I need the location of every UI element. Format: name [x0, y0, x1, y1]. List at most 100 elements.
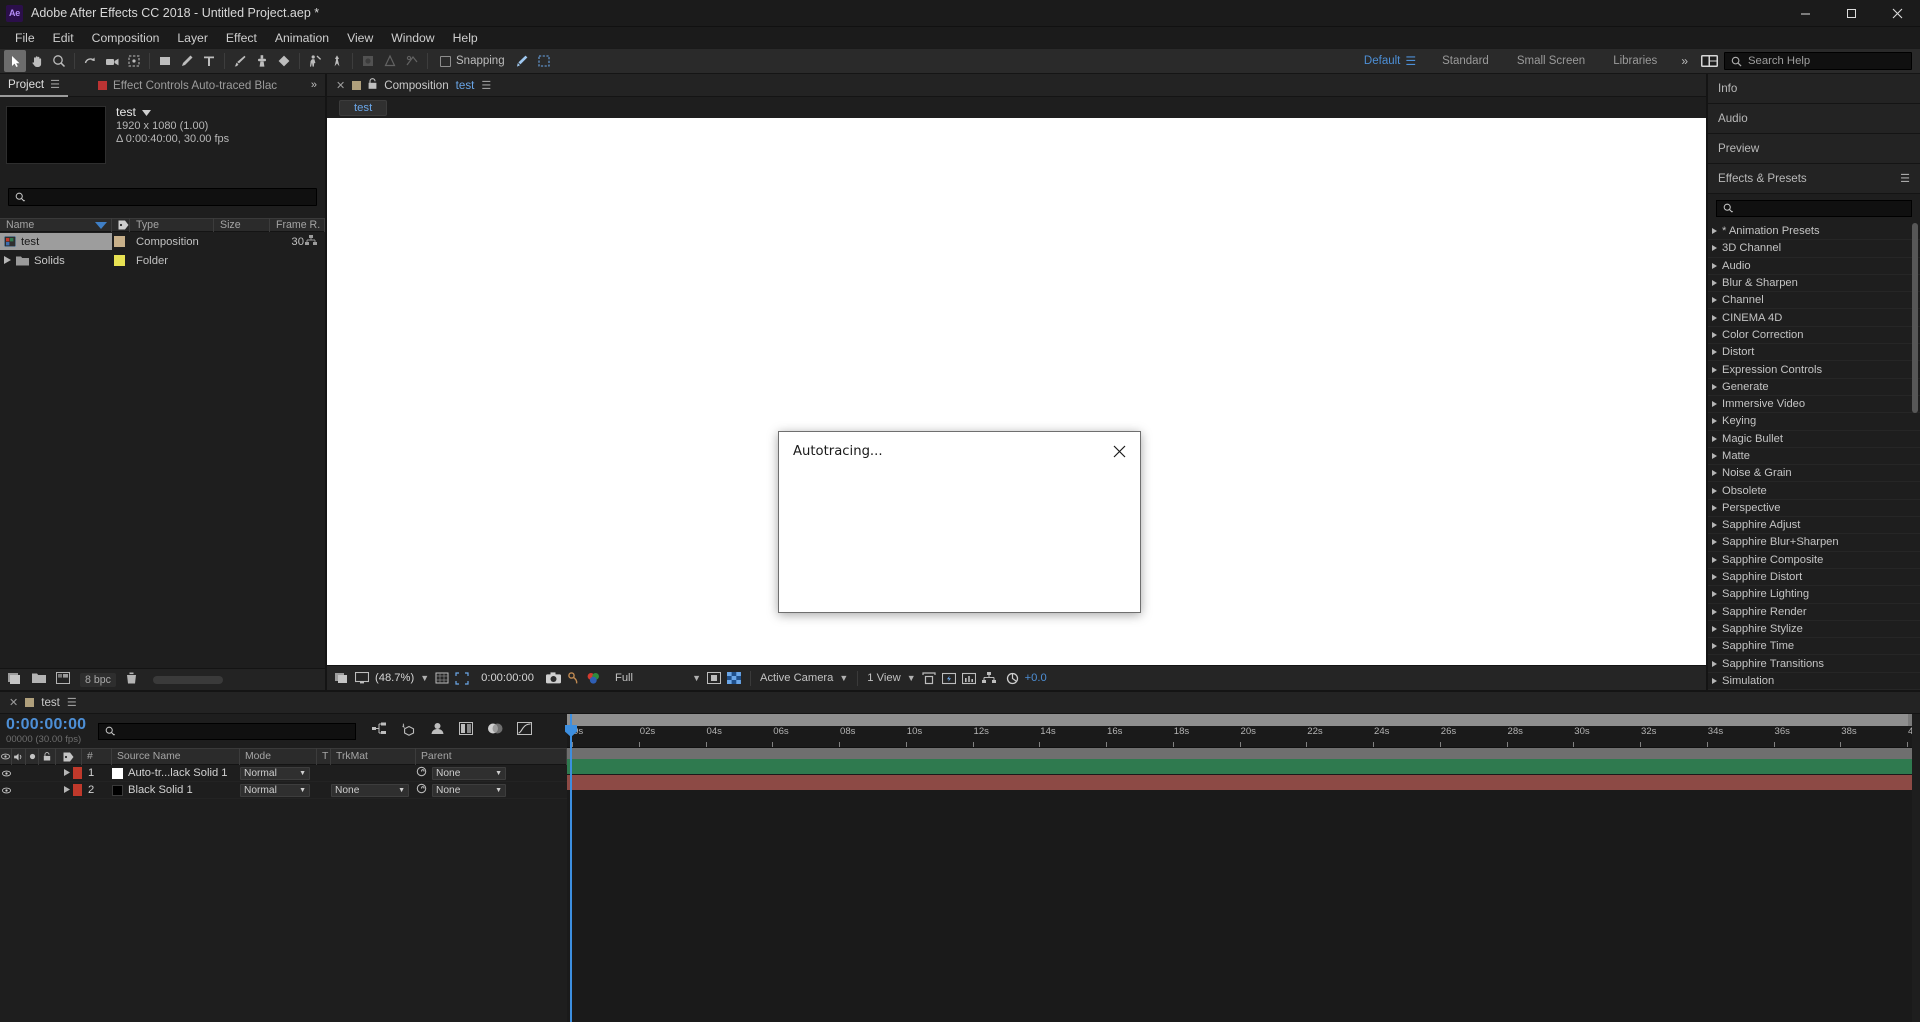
main-viewer-icon[interactable] [355, 666, 369, 691]
timeline-search-input[interactable] [98, 722, 357, 740]
menu-edit[interactable]: Edit [44, 29, 83, 47]
grid-guides-icon[interactable] [435, 666, 449, 691]
clone-stamp-tool-icon[interactable] [251, 50, 273, 72]
viewer-timecode[interactable]: 0:00:00:00 [481, 672, 534, 684]
disclosure-triangle-icon[interactable] [1712, 331, 1717, 338]
view-layout-select[interactable]: 1 View ▼ [867, 672, 915, 684]
graph-editor-icon[interactable] [517, 722, 533, 740]
timeline-tab[interactable]: ✕ test ☰ [0, 691, 86, 714]
project-row-name-cell[interactable]: test [0, 233, 112, 250]
layer-2-label[interactable] [56, 782, 82, 799]
effects-category-item[interactable]: Audio [1708, 258, 1920, 275]
disclosure-triangle-icon[interactable] [1712, 643, 1717, 650]
column-parent[interactable]: Parent [416, 748, 567, 765]
menu-animation[interactable]: Animation [266, 29, 338, 47]
effects-category-item[interactable]: Obsolete [1708, 482, 1920, 500]
effects-category-item[interactable]: Color Correction [1708, 327, 1920, 345]
interpret-footage-icon[interactable] [8, 672, 22, 687]
workspace-libraries[interactable]: Libraries [1599, 55, 1671, 67]
workspace-small-screen[interactable]: Small Screen [1503, 55, 1599, 67]
parent-pickwhip-icon[interactable] [416, 766, 427, 780]
disclosure-triangle-icon[interactable] [1712, 401, 1717, 408]
disclosure-triangle-icon[interactable] [1712, 453, 1717, 459]
column-mode[interactable]: Mode [240, 748, 317, 765]
minimize-button[interactable] [1782, 0, 1828, 27]
tab-effect-controls[interactable]: Effect Controls Auto-traced Blac [90, 74, 285, 97]
resolution-select[interactable]: Full ▼ [615, 672, 701, 684]
workspace-standard[interactable]: Standard [1428, 55, 1503, 67]
brush-tool-icon[interactable] [229, 50, 251, 72]
disclosure-triangle-icon[interactable] [1712, 608, 1717, 615]
disclosure-triangle-icon[interactable] [1712, 245, 1717, 252]
menu-effect[interactable]: Effect [217, 29, 266, 47]
effects-category-item[interactable]: Generate [1708, 379, 1920, 396]
menu-layer[interactable]: Layer [168, 29, 217, 47]
effects-category-item[interactable]: Sapphire Composite [1708, 552, 1920, 569]
tab-project[interactable]: Project ☰ [0, 74, 68, 97]
time-ruler[interactable]: 0s 02s 04s 06s 08s 10s 12s 14s 16s 18s 20s 22s 24s 26… [567, 726, 1920, 748]
column-t[interactable]: T [317, 748, 331, 765]
effects-category-list[interactable]: * Animation Presets 3D Channel Audio Blur &… [1708, 223, 1920, 690]
snapping-checkbox[interactable] [440, 55, 451, 67]
show-snapshot-icon[interactable] [567, 666, 580, 691]
layer-1-solo-toggle[interactable] [26, 765, 39, 782]
work-area-bar[interactable] [567, 714, 1920, 726]
layer-2-t[interactable] [317, 782, 331, 799]
toggle-mask-visibility-icon[interactable] [727, 666, 741, 691]
layer-1-source[interactable]: Auto-tr...lack Solid 1 [112, 765, 240, 782]
effects-category-item[interactable]: Sapphire Lighting [1708, 586, 1920, 604]
effects-category-item[interactable]: Perspective [1708, 500, 1920, 518]
reset-exposure-icon[interactable] [1006, 666, 1019, 691]
effects-category-item[interactable]: Sapphire Transitions [1708, 655, 1920, 673]
disclosure-triangle-icon[interactable] [1712, 556, 1717, 563]
disclosure-triangle-icon[interactable] [1712, 574, 1717, 581]
disclosure-triangle-icon[interactable] [1712, 591, 1717, 598]
layer-1-expand-triangle-icon[interactable] [64, 767, 70, 779]
bit-depth-badge[interactable]: 8 bpc [80, 672, 116, 687]
disclosure-triangle-icon[interactable] [1712, 418, 1717, 425]
effects-category-item[interactable]: Sapphire Blur+Sharpen [1708, 534, 1920, 552]
hand-tool-icon[interactable] [26, 50, 48, 72]
timeline-layer-row-2[interactable]: 2 Black Solid 1 Normal ▼ None ▼ None ▼ [0, 782, 567, 799]
work-area-span[interactable] [567, 714, 1908, 726]
timeline-vertical-scrollbar[interactable] [1912, 714, 1920, 1022]
disclosure-triangle-icon[interactable] [1712, 504, 1717, 511]
layer-1-parent[interactable]: None ▼ [416, 765, 506, 782]
column-size[interactable]: Size [214, 218, 270, 232]
enable-motion-blur-icon[interactable] [487, 722, 503, 740]
disclosure-triangle-icon[interactable] [1712, 487, 1717, 494]
current-time-display[interactable]: 0:00:00:00 00000 (30.00 fps) [6, 717, 86, 746]
search-help-field[interactable]: Search Help [1724, 52, 1912, 70]
layer-2-source[interactable]: Black Solid 1 [112, 782, 240, 799]
workspace-overflow-icon[interactable]: » [1671, 54, 1698, 68]
column-frame-rate[interactable]: Frame R. [270, 218, 325, 232]
timeline-layer-row-1[interactable]: 1 Auto-tr...lack Solid 1 Normal ▼ None ▼ [0, 765, 567, 782]
eraser-tool-icon[interactable] [273, 50, 295, 72]
effects-category-item[interactable]: CINEMA 4D [1708, 309, 1920, 327]
column-label-color[interactable] [112, 218, 130, 232]
effects-list-scrollbar[interactable] [1912, 223, 1918, 413]
hide-shy-layers-icon[interactable] [430, 722, 445, 740]
menu-window[interactable]: Window [382, 29, 443, 47]
effects-presets-menu-icon[interactable]: ☰ [1900, 172, 1910, 185]
column-trkmat[interactable]: TrkMat [331, 748, 416, 765]
composition-flowchart-icon[interactable] [305, 234, 325, 249]
effects-search-input[interactable] [1716, 200, 1912, 217]
type-tool-icon[interactable] [198, 50, 220, 72]
workspace-layout-icon[interactable] [1698, 50, 1720, 72]
project-row-solids[interactable]: Solids Folder [0, 251, 325, 270]
layer-2-trkmat-select[interactable]: None ▼ [331, 782, 416, 799]
camera-select[interactable]: Active Camera ▼ [760, 672, 848, 684]
layer-1-color-swatch[interactable] [73, 767, 82, 779]
effects-category-item[interactable]: Sapphire Render [1708, 604, 1920, 621]
new-folder-icon[interactable] [32, 672, 46, 687]
effects-category-item[interactable]: Expression Controls [1708, 361, 1920, 379]
layer-2-solo-toggle[interactable] [26, 782, 39, 799]
project-panel-menu-icon[interactable]: ☰ [50, 78, 60, 91]
disclosure-triangle-icon[interactable] [1712, 297, 1717, 304]
disclosure-triangle-icon[interactable] [1712, 280, 1717, 287]
enable-frame-blending-icon[interactable] [459, 722, 474, 740]
column-source-name[interactable]: Source Name [112, 748, 240, 765]
workspace-default[interactable]: Default [1350, 55, 1405, 67]
zoom-tool-icon[interactable] [48, 50, 70, 72]
